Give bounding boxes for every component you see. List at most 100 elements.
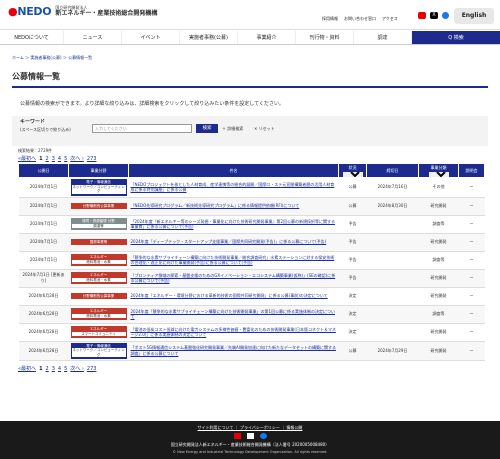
cell-field: エネルギー 燃料電池・水素: [68, 251, 129, 270]
cell-seminar: ー: [458, 269, 485, 288]
cell-seminar: ー: [458, 341, 485, 362]
cell-field: 電子・情報通信 ネットワーク／コンピューティング: [68, 341, 129, 362]
cell-deadline: [366, 305, 419, 324]
category-badge: エネルギー スマートコミュニティ: [70, 326, 127, 339]
cell-seminar: ー: [458, 287, 485, 306]
cell-type: 研究開発: [418, 341, 459, 362]
pager-page-4[interactable]: 4: [58, 156, 61, 162]
cell-deadline: [366, 215, 419, 234]
detail-search-link[interactable]: ＋ 詳細検索: [222, 126, 243, 132]
pager-first[interactable]: «最初へ: [18, 155, 36, 162]
cell-seminar: ー: [458, 177, 485, 198]
cell-title[interactable]: 「競争的な水素サプライチェーン構築に向けた技術開発事業／総合調査研究」水素ステー…: [128, 251, 339, 270]
cell-title[interactable]: 「NEDO先導研究プログラム／新技術先導研究プログラム」に係る情報提供依頼(RF…: [128, 197, 339, 216]
type-select[interactable]: すべて: [428, 171, 449, 177]
cell-deadline: [366, 287, 419, 306]
table-row: 2024年7月1日 分野横断的公募事業 「NEDO先導研究プログラム／新技術先導研究…: [18, 197, 485, 216]
pager-next[interactable]: 次へ ›: [70, 365, 84, 372]
nav-about[interactable]: NEDOについて: [0, 31, 64, 44]
cell-status: 予告: [338, 251, 367, 270]
facebook-icon[interactable]: [259, 433, 267, 439]
footer: サイト利用について ｜ プライバシーポリシー ｜ 情報公開 国立研究開発法人新エ…: [0, 421, 500, 459]
keyword-search-box: キーワード (スペース区切りで絞り込み) 入力してください 検索 ＋ 詳細検索 …: [12, 116, 488, 146]
cell-field: エネルギー 燃料電池・水素: [68, 305, 129, 324]
cell-title[interactable]: 2024年度「ディープテック・スタートアップ支援事業／国際共同研究開発(予告)」…: [128, 233, 339, 252]
pager-page-4[interactable]: 4: [58, 366, 61, 372]
header: ●NEDO 国立研究開発法人 新エネルギー・産業技術総合開発機構 採用情報 お問…: [0, 0, 500, 30]
cell-field: 電子・情報通信 ネットワーク／コンピューティング: [68, 177, 129, 198]
header-deadline: 締切日: [366, 163, 419, 178]
status-select[interactable]: すべて: [342, 171, 363, 177]
cell-date: 2024年6月28日: [18, 323, 69, 342]
footer-links[interactable]: サイト利用について ｜ プライバシーポリシー ｜ 情報公開: [0, 425, 500, 431]
x-icon[interactable]: X: [430, 12, 438, 19]
cell-date: 2024年7月1日: [18, 233, 69, 252]
pager-last[interactable]: 273: [87, 156, 97, 162]
cell-deadline: [366, 323, 419, 342]
access-link[interactable]: アクセス: [382, 16, 398, 22]
cell-title[interactable]: 2024年度「エネルギー・環境分野における革新的技術の国際共同研究開発」に係る公…: [128, 287, 339, 306]
facebook-icon[interactable]: [442, 12, 449, 19]
header-date[interactable]: 公開日: [18, 163, 69, 178]
pager-first[interactable]: «最初へ: [18, 365, 36, 372]
x-icon[interactable]: [246, 433, 254, 439]
cell-type: 研究開発: [418, 269, 459, 288]
cell-field: 分野横断的公募事業: [68, 197, 129, 216]
nav-procurement[interactable]: 調達: [354, 31, 412, 44]
nav-koubo[interactable]: 実施者事務(公募): [180, 31, 238, 44]
pager-page-3[interactable]: 3: [52, 366, 55, 372]
cell-date: 2024年6月28日: [18, 305, 69, 324]
nav-news[interactable]: ニュース: [64, 31, 122, 44]
cell-type: 研究開発: [418, 323, 459, 342]
reset-link[interactable]: ✕ リセット: [254, 126, 275, 132]
contact-link[interactable]: お問い合わせ窓口: [344, 16, 376, 22]
table-row: 2024年7月1日 国際事業等 2024年度「ディープテック・スタートアップ支援事業…: [18, 233, 485, 252]
keyword-input[interactable]: 入力してください: [92, 124, 192, 133]
nav-events[interactable]: イベント: [122, 31, 180, 44]
cell-title[interactable]: 「プロンティア領域の探索・基盤支援のためのGXイノベーション・エコシステム構築事…: [128, 269, 339, 288]
pager-page-3[interactable]: 3: [52, 156, 55, 162]
category-badge: 分野横断的公募事業: [70, 292, 127, 300]
pager-page-1: 1: [39, 155, 43, 162]
table-row: 2024年6月28日 エネルギー 燃料電池・水素 2024年度「競争的な水素サプライチ…: [18, 305, 485, 324]
pager-last[interactable]: 273: [87, 366, 97, 372]
english-button[interactable]: English: [454, 8, 494, 24]
category-badge: 国際事業等: [70, 238, 127, 246]
pager-page-5[interactable]: 5: [64, 156, 67, 162]
pager-page-5[interactable]: 5: [64, 366, 67, 372]
cell-seminar: ー: [458, 233, 485, 252]
cell-type: 研究開発: [418, 233, 459, 252]
cell-status: 公募: [338, 197, 367, 216]
cell-title[interactable]: 「電池の低炭コスト低減に向けた電力システムの多様性価値・豊富化のための技術開発事…: [128, 323, 339, 342]
cell-deadline: [366, 233, 419, 252]
pager-page-2[interactable]: 2: [46, 366, 49, 372]
logo-mark: ●NEDO: [8, 5, 52, 18]
nedo-logo[interactable]: ●NEDO 国立研究開発法人 新エネルギー・産業技術総合開発機構: [8, 5, 157, 18]
cell-deadline: [366, 251, 419, 270]
cell-title[interactable]: 「ポスト5G情報通信システム基盤強化研究開発事業／先端AI開発加速に向けた新たな…: [128, 341, 339, 362]
cell-status: 予告: [338, 233, 367, 252]
youtube-icon[interactable]: [418, 12, 426, 19]
pager-next[interactable]: 次へ ›: [70, 155, 84, 162]
recruit-link[interactable]: 採用情報: [322, 16, 338, 22]
cell-field: エネルギー スマートコミュニティ: [68, 323, 129, 342]
category-badge: 電子・情報通信 ネットワーク／コンピューティング: [70, 179, 127, 196]
keyword-title: キーワード: [20, 119, 46, 125]
youtube-icon[interactable]: [233, 433, 241, 439]
footer-sns: [0, 433, 500, 439]
cell-seminar: ー: [458, 215, 485, 234]
cell-title[interactable]: 「NEDOプロジェクトを核とした人材育成、産学連携等の総合的展開／国際ロ・ステ元…: [128, 177, 339, 198]
keyword-search-button[interactable]: 検索: [196, 124, 218, 133]
cell-deadline: 2024年7月29日: [366, 341, 419, 362]
nav-projects[interactable]: 事業紹介: [238, 31, 296, 44]
nav-search-button[interactable]: Q 検索: [412, 31, 500, 44]
nav-publications[interactable]: 刊行物・資料: [296, 31, 354, 44]
cell-seminar: ー: [458, 197, 485, 216]
cell-title[interactable]: 「2024年度『新エネルギー等のシーズ発掘・事業化に向けた技術研究開発事業』第2…: [128, 215, 339, 234]
category-badge: 環境・資源循環 分野 調達等: [70, 218, 127, 231]
table-row: 2024年7月1日 環境・資源循環 分野 調達等 「2024年度『新エネルギー等のシー…: [18, 215, 485, 234]
sns-links: X: [418, 12, 449, 19]
pager-page-2[interactable]: 2: [46, 156, 49, 162]
cell-title[interactable]: 2024年度「競争的な水素サプライチェーン構築に向けた技術開発事業」の第1回公募…: [128, 305, 339, 324]
breadcrumb[interactable]: ホーム ＞ 実施者事務(公募) ＞ 公募情報一覧: [0, 45, 500, 65]
